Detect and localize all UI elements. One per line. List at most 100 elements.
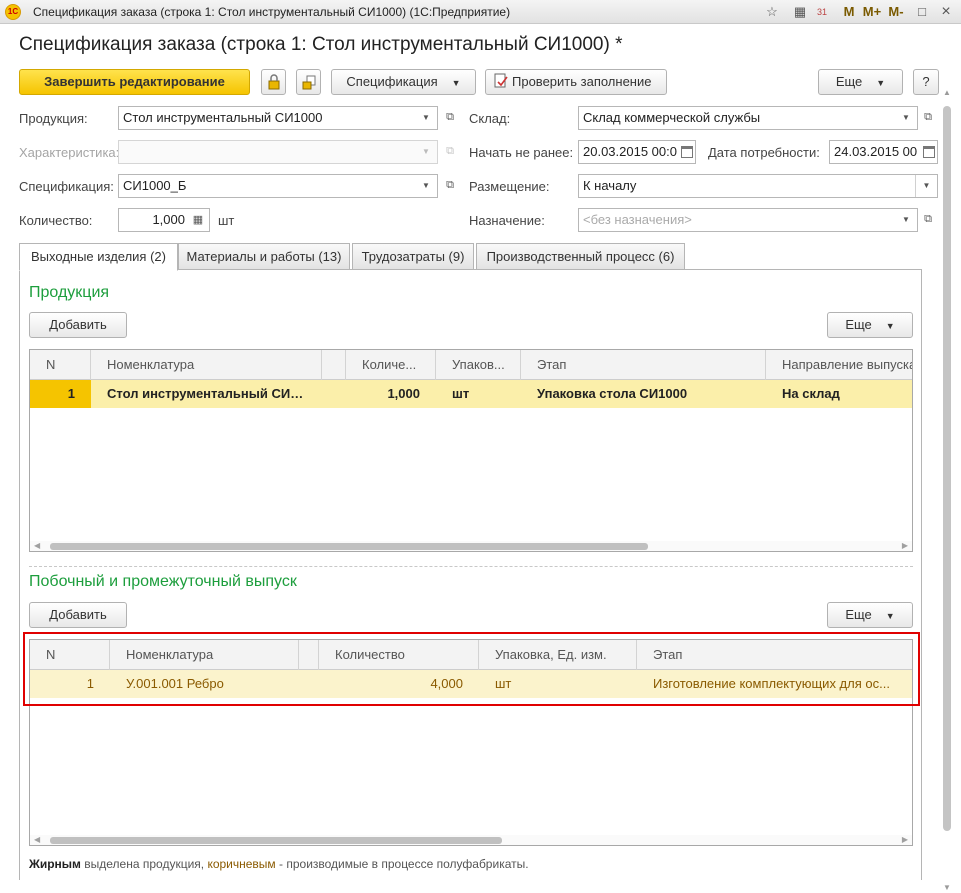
tab-output-items[interactable]: Выходные изделия (2) bbox=[19, 243, 178, 271]
calculator-icon[interactable]: ▦ bbox=[187, 209, 209, 231]
memory-m-plus-button[interactable]: M+ bbox=[862, 3, 882, 21]
calendar-picker-icon[interactable] bbox=[923, 146, 935, 158]
characteristic-label: Характеристика: bbox=[19, 145, 120, 160]
quantity-label: Количество: bbox=[19, 213, 93, 228]
legend-text-2: - производимые в процессе полуфабрикаты. bbox=[275, 857, 529, 871]
placement-select[interactable]: К началу ▼ bbox=[578, 174, 938, 198]
add-byproduct-button[interactable]: Добавить bbox=[29, 602, 127, 628]
star-icon[interactable]: ☆ bbox=[764, 3, 780, 21]
open-warehouse-button[interactable]: ⧉ bbox=[918, 106, 938, 130]
highlight-frame bbox=[23, 632, 920, 706]
products-table-header: N Номенклатура Количе... Упаков... Этап … bbox=[30, 350, 912, 380]
legend-bold-word: Жирным bbox=[29, 857, 81, 871]
open-purpose-button[interactable]: ⧉ bbox=[918, 208, 938, 232]
dropdown-icon[interactable]: ▼ bbox=[915, 175, 937, 197]
dropdown-icon[interactable]: ▼ bbox=[415, 107, 437, 129]
cell-nomenclature: Стол инструментальный СИ1000 bbox=[107, 386, 320, 401]
dropdown-icon[interactable]: ▼ bbox=[895, 209, 917, 231]
tab-production-process[interactable]: Производственный процесс (6) bbox=[476, 243, 685, 270]
copy-lock-icon bbox=[302, 75, 315, 90]
scroll-down-icon[interactable]: ▼ bbox=[943, 883, 951, 892]
finish-editing-button[interactable]: Завершить редактирование bbox=[19, 69, 250, 95]
calculator-icon[interactable]: ▦ bbox=[792, 3, 808, 21]
cell-quantity: 1,000 bbox=[387, 386, 420, 401]
app-logo-icon[interactable]: 1С bbox=[5, 4, 21, 20]
check-filling-label: Проверить заполнение bbox=[512, 74, 652, 89]
close-icon[interactable]: × bbox=[938, 3, 954, 21]
lock-icon bbox=[268, 74, 279, 90]
column-header[interactable]: Направление выпуска bbox=[766, 350, 912, 380]
cell-n: 1 bbox=[67, 386, 75, 401]
horizontal-scrollbar[interactable]: ◀ ▶ bbox=[30, 835, 912, 845]
specification-menu-button[interactable]: Спецификация ▼ bbox=[331, 69, 476, 95]
column-header[interactable]: Этап bbox=[521, 350, 766, 380]
tab-materials-works[interactable]: Материалы и работы (13) bbox=[178, 243, 350, 270]
vertical-scrollbar[interactable]: ▲ ▼ bbox=[941, 88, 953, 892]
tab-labor-costs[interactable]: Трудозатраты (9) bbox=[352, 243, 474, 270]
legend-note: Жирным выделена продукция, коричневым - … bbox=[29, 857, 529, 871]
products-more-label: Еще bbox=[845, 317, 872, 332]
need-date-field[interactable]: 24.03.2015 00 bbox=[829, 140, 938, 164]
characteristic-field[interactable]: ▼ bbox=[118, 140, 438, 164]
scroll-right-icon[interactable]: ▶ bbox=[902, 835, 908, 845]
more-menu-button[interactable]: Еще ▼ bbox=[818, 69, 903, 95]
chevron-down-icon: ▼ bbox=[885, 321, 895, 331]
purpose-field[interactable]: <без назначения> ▼ bbox=[578, 208, 918, 232]
scroll-up-icon[interactable]: ▲ bbox=[943, 88, 951, 97]
restore-icon[interactable]: □ bbox=[914, 3, 930, 21]
quantity-value: 1,000 bbox=[152, 212, 185, 227]
help-button[interactable]: ? bbox=[913, 69, 939, 95]
column-header[interactable]: Количе... bbox=[346, 350, 436, 380]
table-row[interactable]: 1 Стол инструментальный СИ1000 1,000 шт … bbox=[30, 380, 912, 408]
column-header[interactable]: Упаков... bbox=[436, 350, 521, 380]
specification-field[interactable]: СИ1000_Б ▼ bbox=[118, 174, 438, 198]
byproducts-more-label: Еще bbox=[845, 607, 872, 622]
window-title: Спецификация заказа (строка 1: Стол инст… bbox=[33, 5, 511, 19]
column-header[interactable]: N bbox=[30, 350, 91, 380]
chevron-down-icon: ▼ bbox=[885, 611, 895, 621]
column-header[interactable]: Номенклатура bbox=[91, 350, 322, 380]
scroll-left-icon[interactable]: ◀ bbox=[34, 541, 40, 551]
calendar-icon[interactable]: 31 bbox=[814, 3, 830, 21]
warehouse-field[interactable]: Склад коммерческой службы ▼ bbox=[578, 106, 918, 130]
placement-value: К началу bbox=[583, 178, 637, 193]
memory-m-button[interactable]: M bbox=[842, 3, 856, 21]
products-more-button[interactable]: Еще ▼ bbox=[827, 312, 913, 338]
memory-m-minus-button[interactable]: M- bbox=[886, 3, 906, 21]
open-product-button[interactable]: ⧉ bbox=[440, 106, 460, 130]
cell-direction: На склад bbox=[782, 386, 840, 401]
check-filling-button[interactable]: Проверить заполнение bbox=[485, 69, 667, 95]
dropdown-icon[interactable]: ▼ bbox=[415, 175, 437, 197]
dropdown-icon[interactable]: ▼ bbox=[415, 141, 437, 163]
calendar-picker-icon[interactable] bbox=[681, 146, 693, 158]
horizontal-scrollbar[interactable]: ◀ ▶ bbox=[30, 541, 912, 551]
scroll-right-icon[interactable]: ▶ bbox=[902, 541, 908, 551]
lock-button[interactable] bbox=[261, 69, 286, 95]
products-table[interactable]: N Номенклатура Количе... Упаков... Этап … bbox=[29, 349, 913, 552]
start-not-earlier-label: Начать не ранее: bbox=[469, 145, 574, 160]
section-separator bbox=[29, 566, 913, 567]
dropdown-icon[interactable]: ▼ bbox=[895, 107, 917, 129]
product-value: Стол инструментальный СИ1000 bbox=[123, 110, 323, 125]
product-label: Продукция: bbox=[19, 111, 88, 126]
form-title: Спецификация заказа (строка 1: Стол инст… bbox=[19, 34, 623, 55]
window-titlebar: 1С Спецификация заказа (строка 1: Стол и… bbox=[0, 0, 961, 24]
product-field[interactable]: Стол инструментальный СИ1000 ▼ bbox=[118, 106, 438, 130]
quantity-field[interactable]: 1,000 ▦ bbox=[118, 208, 210, 232]
legend-brown-word: коричневым bbox=[207, 857, 276, 871]
open-characteristic-button[interactable]: ⧉ bbox=[440, 140, 460, 164]
column-header[interactable] bbox=[322, 350, 346, 380]
scroll-thumb[interactable] bbox=[50, 543, 648, 550]
more-menu-label: Еще bbox=[835, 74, 863, 89]
scroll-left-icon[interactable]: ◀ bbox=[34, 835, 40, 845]
cell-package: шт bbox=[452, 386, 470, 401]
open-specification-button[interactable]: ⧉ bbox=[440, 174, 460, 198]
start-not-earlier-field[interactable]: 20.03.2015 00:0 bbox=[578, 140, 696, 164]
scroll-thumb[interactable] bbox=[943, 106, 951, 831]
add-product-button[interactable]: Добавить bbox=[29, 312, 127, 338]
start-not-earlier-value: 20.03.2015 00:0 bbox=[583, 144, 677, 159]
copy-lock-button[interactable] bbox=[296, 69, 321, 95]
scroll-thumb[interactable] bbox=[50, 837, 502, 844]
byproducts-more-button[interactable]: Еще ▼ bbox=[827, 602, 913, 628]
specification-value: СИ1000_Б bbox=[123, 178, 187, 193]
